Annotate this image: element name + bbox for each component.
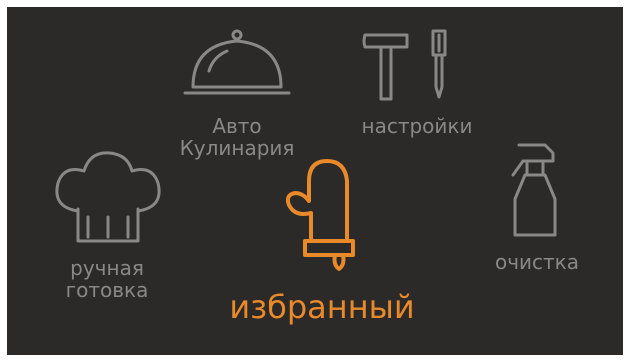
chef-hat-icon <box>55 151 161 243</box>
carousel-menu: Авто Кулинария настройки ручная готовка <box>7 7 623 355</box>
menu-item-favorites[interactable]: избранный <box>217 157 427 337</box>
auto-cooking-label-line2: Кулинария <box>179 136 295 160</box>
menu-item-settings[interactable]: настройки <box>347 27 487 137</box>
oven-mitt-icon <box>285 159 355 271</box>
spray-bottle-icon <box>511 143 557 237</box>
manual-cooking-label: ручная готовка <box>42 257 172 301</box>
settings-label: настройки <box>361 114 473 138</box>
favorites-label: избранный <box>229 288 415 326</box>
menu-item-auto-cooking[interactable]: Авто Кулинария <box>167 27 317 159</box>
auto-cooking-label: Авто Кулинария <box>167 115 307 159</box>
cloche-icon <box>183 29 291 95</box>
tools-icon <box>362 29 447 101</box>
menu-item-manual-cooking[interactable]: ручная готовка <box>42 147 172 317</box>
cleaning-label: очистка <box>494 250 580 274</box>
manual-cooking-label-line2: готовка <box>65 278 149 302</box>
auto-cooking-label-line1: Авто <box>212 114 262 138</box>
menu-item-cleaning[interactable]: очистка <box>477 139 597 279</box>
manual-cooking-label-line1: ручная <box>70 256 144 280</box>
